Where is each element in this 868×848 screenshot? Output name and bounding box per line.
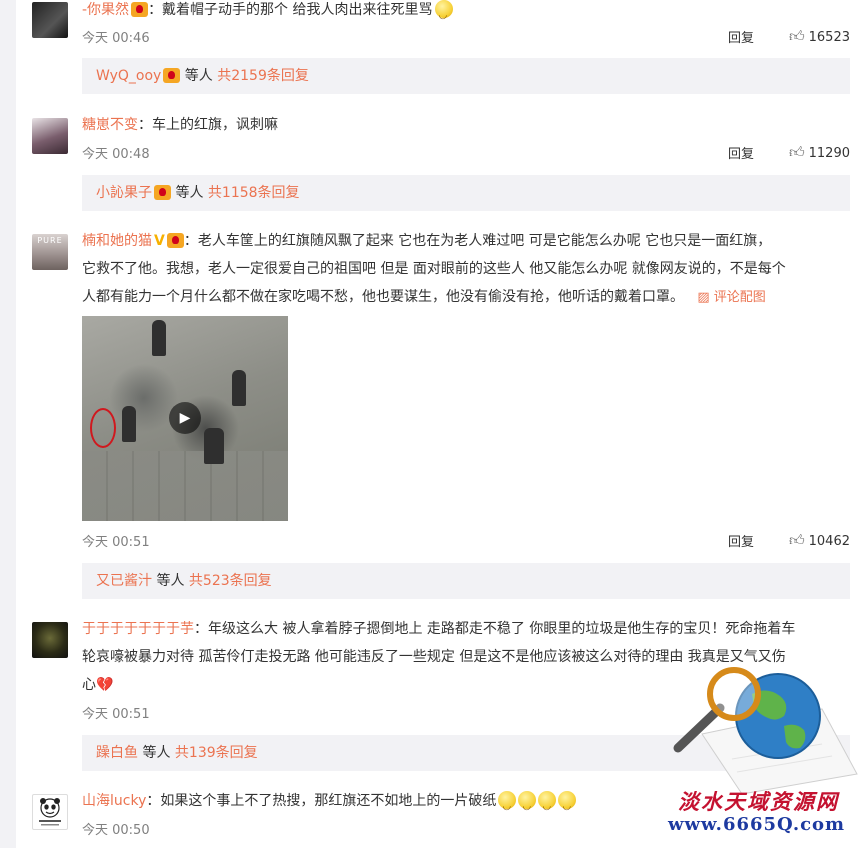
avatar[interactable] [32, 794, 68, 830]
reply-username[interactable]: 小訫果子 [96, 185, 152, 201]
reply-button[interactable]: 回复 [728, 27, 754, 46]
reply-summary-bar[interactable]: 又已酱汁 等人 共523条回复 [82, 563, 850, 599]
video-thumbnail[interactable]: ▶ [82, 316, 288, 521]
video-frame-figure [232, 370, 246, 406]
avatar[interactable] [32, 2, 68, 38]
fan-badge-icon [131, 2, 149, 17]
comment-body: ：如果这个事上不了热搜，那红旗还不如地上的一片破纸 [146, 793, 497, 809]
red-circle-annotation [90, 408, 116, 448]
comment-body: ：车上的红旗，讽刺嘛 [138, 117, 278, 133]
reply-button[interactable]: 回复 [728, 531, 754, 550]
fan-badge-icon [166, 233, 184, 248]
comment-meta: 今天 00:48 回复 👍︎ 11290 [82, 143, 850, 163]
video-frame-ground [82, 451, 288, 521]
like-button[interactable]: 👍︎ 10462 [789, 531, 850, 550]
avatar[interactable] [32, 118, 68, 154]
comment-text-line: 它救不了他。我想，老人一定很爱自己的祖国吧 但是 面对眼前的这些人 他又能怎么办… [82, 255, 850, 283]
reply-username[interactable]: 躁白鱼 [96, 745, 138, 761]
reply-username[interactable]: 又已酱汁 [96, 573, 152, 589]
reply-summary-bar[interactable]: 小訫果子 等人 共1158条回复 [82, 175, 850, 211]
smile-emoji-icon [498, 791, 517, 821]
reply-count-link[interactable]: 共139条回复 [175, 745, 258, 761]
comment-body-line-2: 它救不了他。我想，老人一定很爱自己的祖国吧 但是 面对眼前的这些人 他又能怎么办… [82, 261, 786, 277]
verified-v-icon: V [154, 233, 165, 249]
comment-time: 今天 00:48 [82, 147, 150, 162]
smile-emoji-icon [558, 791, 577, 821]
comment-time: 今天 00:50 [82, 823, 150, 838]
comment-body: ：戴着帽子动手的那个 给我人肉出来往死里骂 [148, 2, 433, 18]
reply-username[interactable]: WyQ_ooy [96, 68, 161, 84]
comment-body-line-2: 轮哀嚎被暴力对待 孤苦伶仃走投无路 他可能违反了一些规定 但是这不是他应该被这么… [82, 649, 786, 665]
thumbs-up-icon: 👍︎ [788, 27, 805, 45]
fan-badge-icon [163, 68, 181, 83]
comment-text: 于于于于于于于芋：年级这么大 被人拿着脖子摁倒地上 走路都走不稳了 你眼里的垃圾… [82, 615, 850, 643]
comment-username[interactable]: 楠和她的猫 [82, 233, 152, 249]
comment-username[interactable]: -你果然 [82, 2, 129, 18]
smile-emoji-icon [518, 791, 537, 821]
video-frame-figure [122, 406, 136, 442]
comment-picture-link-label: 评论配图 [713, 290, 766, 305]
fan-badge-icon [154, 185, 171, 200]
like-count: 11290 [808, 146, 850, 161]
comment-text: 糖崽不变：车上的红旗，讽刺嘛 [82, 111, 850, 139]
comment-text: 楠和她的猫 V ：老人车筐上的红旗随风飘了起来 它也在为老人难过吧 可是它能怎么办呢… [82, 227, 850, 255]
video-frame-figure [204, 428, 224, 464]
like-count: 16523 [808, 30, 850, 45]
comment-text-line: 人都有能力一个月什么都不做在家吃喝不愁，他也要谋生，他没有偷没有抢，他听话的戴着… [82, 283, 850, 312]
avatar-text: PURE [37, 236, 63, 245]
comment-body-line-1: ：老人车筐上的红旗随风飘了起来 它也在为老人难过吧 可是它能怎么办呢 它也只是一… [183, 233, 772, 249]
watermark-url: www.6665Q.com [668, 814, 846, 835]
like-button[interactable]: 👍︎ 16523 [789, 27, 850, 46]
reply-and-others: 等人 [142, 745, 171, 761]
reply-and-others: 等人 [175, 185, 204, 201]
comment-username[interactable]: 山海lucky [82, 793, 146, 809]
comment-time: 今天 00:46 [82, 31, 150, 46]
reply-button[interactable]: 回复 [728, 143, 754, 162]
comment-meta: 今天 00:51 回复 👍︎ 10462 [82, 531, 850, 551]
reply-count-link[interactable]: 共523条回复 [189, 573, 272, 589]
play-icon[interactable]: ▶ [169, 402, 201, 434]
reply-summary-bar[interactable]: WyQ_ooy 等人 共2159条回复 [82, 58, 850, 94]
thumbs-up-icon: 👍︎ [788, 143, 805, 161]
comment-meta: 今天 00:46 回复 👍︎ 16523 [82, 27, 850, 47]
comment-time: 今天 00:51 [82, 535, 150, 550]
like-count: 10462 [808, 534, 850, 549]
like-button[interactable]: 👍︎ 11290 [789, 143, 850, 162]
thumbs-up-icon: 👍︎ [788, 531, 805, 549]
video-frame-figure [152, 320, 166, 356]
comment-time: 今天 00:51 [82, 707, 150, 722]
comment-body-line-1: ：年级这么大 被人拿着脖子摁倒地上 走路都走不稳了 你眼里的垃圾是他生存的宝贝！… [194, 621, 796, 637]
comment-picture-link[interactable]: ▨ 评论配图 [697, 290, 765, 305]
avatar[interactable]: PURE [32, 234, 68, 270]
smile-emoji-icon [434, 0, 453, 30]
comment-username[interactable]: 于于于于于于于芋 [82, 621, 194, 637]
reply-count-link[interactable]: 共2159条回复 [217, 68, 309, 84]
comment-username[interactable]: 糖崽不变 [82, 117, 138, 133]
comment-body-line-3: 人都有能力一个月什么都不做在家吃喝不愁，他也要谋生，他没有偷没有抢，他听话的戴着… [82, 289, 684, 305]
image-icon: ▨ [697, 290, 710, 305]
comment-body-line-3: 心💔 [82, 677, 114, 693]
avatar[interactable] [32, 622, 68, 658]
reply-and-others: 等人 [184, 68, 213, 84]
smile-emoji-icon [538, 791, 557, 821]
watermark-title: 淡水天域资源网 [678, 789, 839, 814]
comment-text: -你果然 ：戴着帽子动手的那个 给我人肉出来往死里骂 [82, 0, 850, 30]
reply-and-others: 等人 [156, 573, 185, 589]
panda-meme-icon [39, 798, 61, 826]
reply-count-link[interactable]: 共1158条回复 [208, 185, 300, 201]
